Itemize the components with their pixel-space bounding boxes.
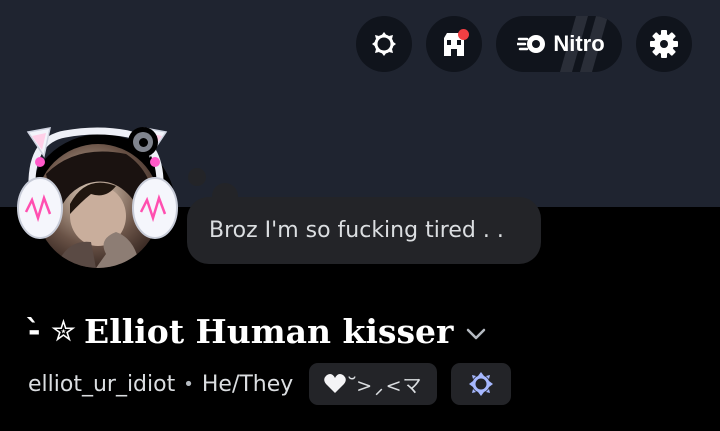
- nitro-icon: [517, 35, 546, 53]
- username[interactable]: elliot_ur_idiot: [28, 372, 175, 397]
- profile-meta-row: elliot_ur_idiot • He/They ᳴>⸝<マ: [28, 362, 511, 406]
- display-name-row[interactable]: -̀ ✮ Elliot Human kisser: [28, 312, 487, 351]
- headset-decoration: [17, 127, 178, 239]
- avatar-container[interactable]: [10, 120, 185, 284]
- display-name-prefix: -̀ ✮: [28, 314, 77, 349]
- display-name: Elliot Human kisser: [84, 312, 454, 351]
- profile-tag-text: ᳴>⸝<マ: [355, 374, 423, 397]
- settings-button[interactable]: [636, 16, 692, 72]
- boost-icon: [372, 32, 396, 56]
- boost-button[interactable]: [356, 16, 412, 72]
- status-indicator: [128, 127, 158, 157]
- notification-dot: [458, 29, 469, 40]
- idle-status-icon: [133, 132, 153, 152]
- pronouns: He/They: [201, 371, 294, 397]
- nitro-button[interactable]: Nitro: [496, 16, 622, 72]
- custom-status-text: Broz I'm so fucking tired . .: [209, 218, 504, 243]
- heart-icon: [324, 374, 347, 393]
- laurel-badge-icon: [468, 372, 493, 396]
- boost-badge[interactable]: [450, 363, 511, 405]
- gear-icon: [650, 30, 678, 58]
- profile-tag[interactable]: ᳴>⸝<マ: [309, 363, 437, 405]
- shop-button[interactable]: [426, 16, 482, 72]
- thought-bubble-dot-small: [188, 168, 206, 186]
- separator-dot: •: [183, 373, 194, 395]
- custom-status-bubble[interactable]: Broz I'm so fucking tired . .: [187, 197, 541, 264]
- nitro-label: Nitro: [553, 31, 605, 56]
- chevron-down-icon[interactable]: [465, 327, 487, 341]
